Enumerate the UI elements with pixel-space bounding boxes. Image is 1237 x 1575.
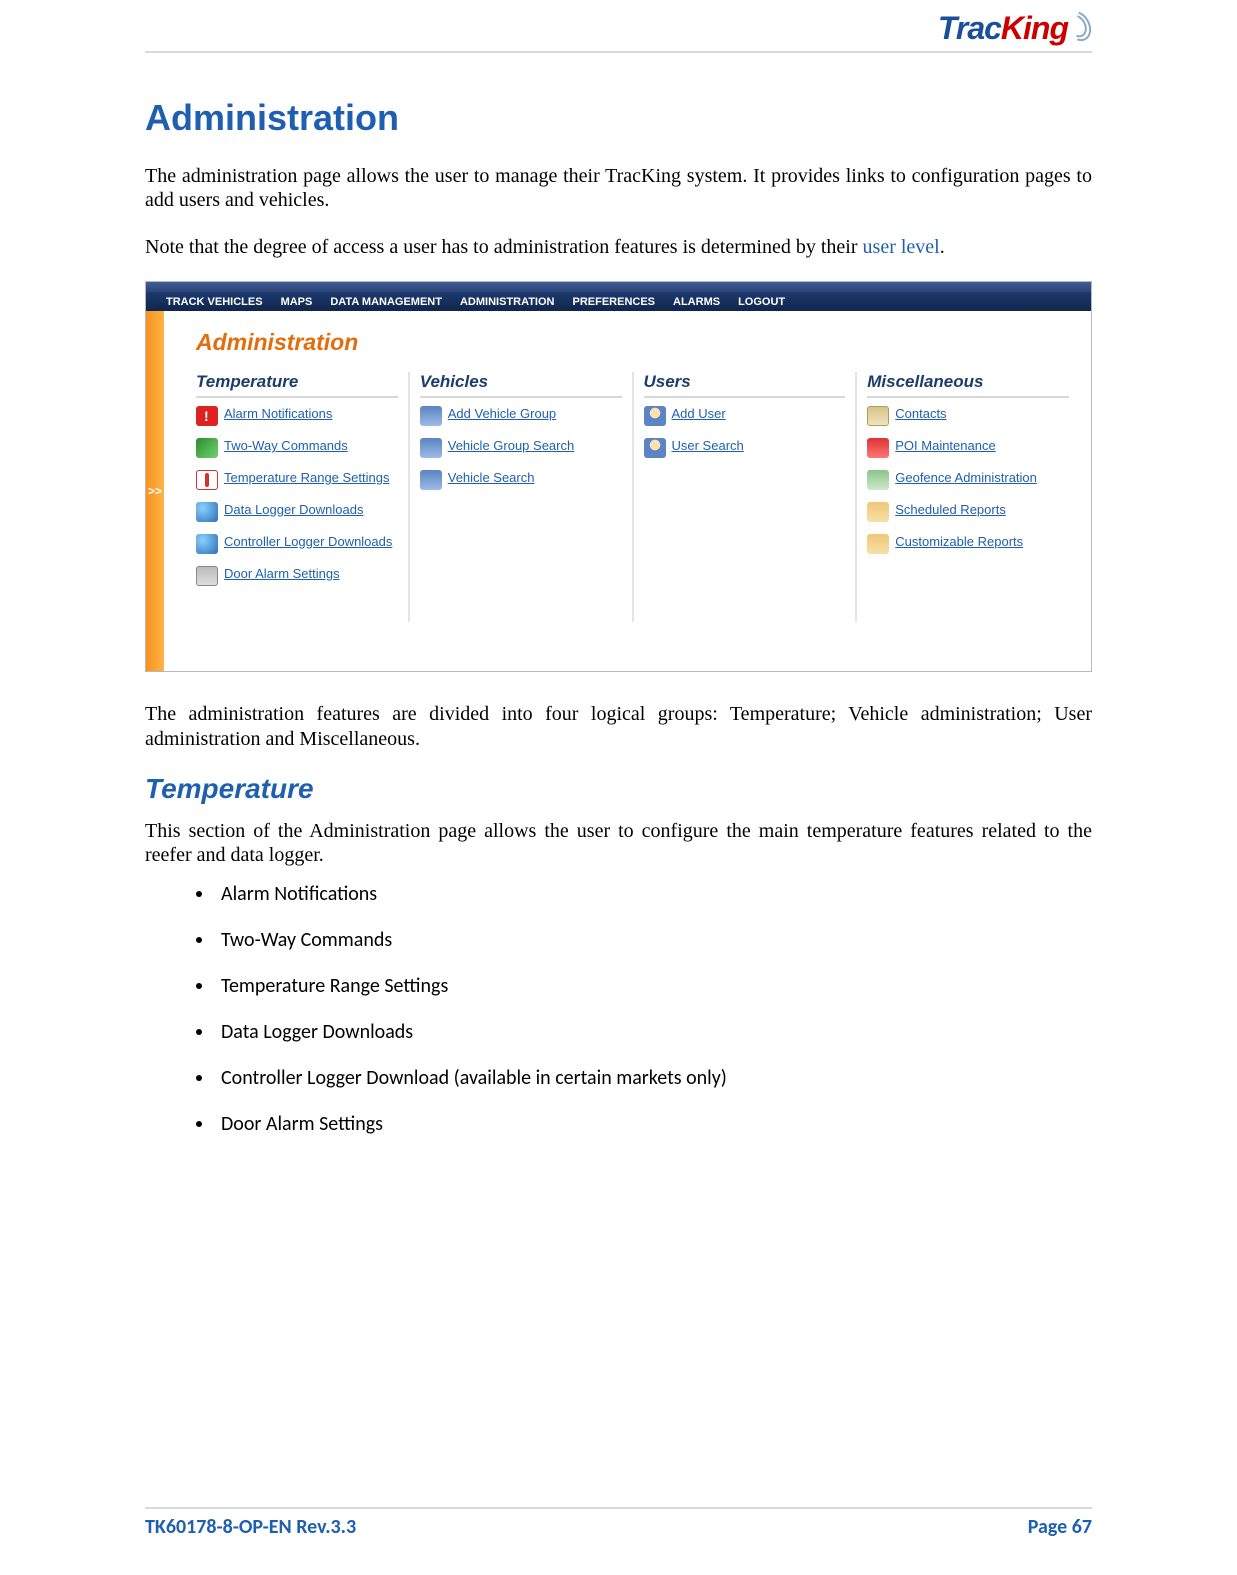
admin-link-label: Add Vehicle Group (448, 406, 556, 423)
after-screenshot-paragraph: The administration features are divided … (145, 702, 1092, 751)
admin-link-label: Door Alarm Settings (224, 566, 340, 583)
admin-link-label: Contacts (895, 406, 946, 423)
sidebar-expand-toggle[interactable]: >> (146, 311, 164, 671)
admin-link-door-alarm-settings[interactable]: Door Alarm Settings (196, 566, 398, 586)
user-icon (644, 406, 666, 426)
truck-icon (420, 438, 442, 458)
admin-link-temperature-range-settings[interactable]: Temperature Range Settings (196, 470, 398, 490)
admin-link-two-way-commands[interactable]: Two-Way Commands (196, 438, 398, 458)
menu-item-logout[interactable]: LOGOUT (738, 296, 785, 308)
column-title-vehicles: Vehicles (420, 372, 622, 398)
truck-icon (420, 470, 442, 490)
admin-column-temperature: Temperature Alarm Notifications Two-Way Co… (196, 372, 398, 622)
header-logo-row: TracKing (145, 10, 1092, 47)
column-title-temperature: Temperature (196, 372, 398, 398)
admin-link-vehicle-search[interactable]: Vehicle Search (420, 470, 622, 490)
admin-link-poi-maintenance[interactable]: POI Maintenance (867, 438, 1069, 458)
intro-paragraph-1: The administration page allows the user … (145, 164, 1092, 213)
temperature-heading: Temperature (145, 773, 1092, 805)
menu-item-administration[interactable]: ADMINISTRATION (460, 296, 555, 308)
user-level-link[interactable]: user level (863, 236, 940, 258)
footer-page-number: 67 (1072, 1515, 1092, 1539)
logo-king: King (1001, 10, 1068, 46)
tracking-logo: TracKing (938, 10, 1092, 47)
intro2-pre: Note that the degree of access a user ha… (145, 236, 863, 258)
admin-link-label: Vehicle Search (448, 470, 535, 487)
admin-link-vehicle-group-search[interactable]: Vehicle Group Search (420, 438, 622, 458)
admin-link-label: Scheduled Reports (895, 502, 1006, 519)
admin-link-user-search[interactable]: User Search (644, 438, 846, 458)
admin-screenshot: TRACK VEHICLES MAPS DATA MANAGEMENT ADMINIS… (145, 281, 1092, 672)
footer-page-label: Page (1028, 1515, 1072, 1539)
admin-link-label: Add User (672, 406, 726, 423)
admin-column-miscellaneous: Miscellaneous Contacts POI Maintenance Geof… (867, 372, 1069, 622)
admin-link-scheduled-reports[interactable]: Scheduled Reports (867, 502, 1069, 522)
admin-link-label: Customizable Reports (895, 534, 1023, 551)
geo-icon (867, 470, 889, 490)
admin-link-label: POI Maintenance (895, 438, 995, 455)
footer-doc-id: TK60178-8-OP-EN Rev.3.3 (145, 1515, 356, 1539)
report-icon (867, 534, 889, 554)
column-title-users: Users (644, 372, 846, 398)
page-title: Administration (145, 97, 1092, 139)
intro2-post: . (940, 236, 945, 258)
temp-icon (196, 470, 218, 490)
admin-link-label: Data Logger Downloads (224, 502, 363, 519)
bullet-item: Alarm Notifications (215, 882, 1092, 906)
page-footer: TK60178-8-OP-EN Rev.3.3 Page 67 (145, 1507, 1092, 1539)
truck-icon (420, 406, 442, 426)
bullet-item: Two-Way Commands (215, 928, 1092, 952)
admin-link-label: User Search (672, 438, 744, 455)
footer-page: Page 67 (1028, 1515, 1092, 1539)
logo-trac: Trac (938, 10, 1001, 46)
screenshot-menubar: TRACK VEHICLES MAPS DATA MANAGEMENT ADMINIS… (146, 292, 1091, 311)
column-divider (632, 372, 634, 622)
admin-link-controller-logger-downloads[interactable]: Controller Logger Downloads (196, 534, 398, 554)
menu-item-preferences[interactable]: PREFERENCES (572, 296, 655, 308)
admin-link-label: Controller Logger Downloads (224, 534, 392, 551)
bullet-item: Temperature Range Settings (215, 974, 1092, 998)
admin-link-label: Vehicle Group Search (448, 438, 574, 455)
user-icon (644, 438, 666, 458)
admin-link-label: Temperature Range Settings (224, 470, 389, 487)
admin-link-add-user[interactable]: Add User (644, 406, 846, 426)
admin-link-add-vehicle-group[interactable]: Add Vehicle Group (420, 406, 622, 426)
report-icon (867, 502, 889, 522)
alarm-icon (196, 406, 218, 426)
house-icon (867, 438, 889, 458)
twoway-icon (196, 438, 218, 458)
menu-item-track-vehicles[interactable]: TRACK VEHICLES (166, 296, 263, 308)
column-divider (408, 372, 410, 622)
column-divider (855, 372, 857, 622)
logo-arc-icon (1068, 10, 1092, 40)
admin-link-alarm-notifications[interactable]: Alarm Notifications (196, 406, 398, 426)
column-title-miscellaneous: Miscellaneous (867, 372, 1069, 398)
admin-link-customizable-reports[interactable]: Customizable Reports (867, 534, 1069, 554)
intro-paragraph-2: Note that the degree of access a user ha… (145, 235, 1092, 259)
globe-icon (196, 502, 218, 522)
temperature-bullet-list: Alarm Notifications Two-Way Commands Tempe… (215, 882, 1092, 1136)
admin-link-label: Two-Way Commands (224, 438, 348, 455)
bullet-item: Data Logger Downloads (215, 1020, 1092, 1044)
menu-item-data-management[interactable]: DATA MANAGEMENT (330, 296, 442, 308)
header-rule (145, 51, 1092, 53)
door-icon (196, 566, 218, 586)
bullet-item: Door Alarm Settings (215, 1112, 1092, 1136)
screenshot-title-bar (146, 282, 1091, 292)
card-icon (867, 406, 889, 426)
menu-item-alarms[interactable]: ALARMS (673, 296, 720, 308)
bullet-item: Controller Logger Download (available in… (215, 1066, 1092, 1090)
admin-link-label: Alarm Notifications (224, 406, 332, 423)
screenshot-page-title: Administration (196, 329, 1069, 356)
admin-link-label: Geofence Administration (895, 470, 1037, 487)
admin-link-data-logger-downloads[interactable]: Data Logger Downloads (196, 502, 398, 522)
temperature-intro: This section of the Administration page … (145, 819, 1092, 868)
admin-column-vehicles: Vehicles Add Vehicle Group Vehicle Group S… (420, 372, 622, 622)
admin-link-contacts[interactable]: Contacts (867, 406, 1069, 426)
globe-icon (196, 534, 218, 554)
menu-item-maps[interactable]: MAPS (281, 296, 313, 308)
admin-column-users: Users Add User User Search (644, 372, 846, 622)
admin-link-geofence-administration[interactable]: Geofence Administration (867, 470, 1069, 490)
